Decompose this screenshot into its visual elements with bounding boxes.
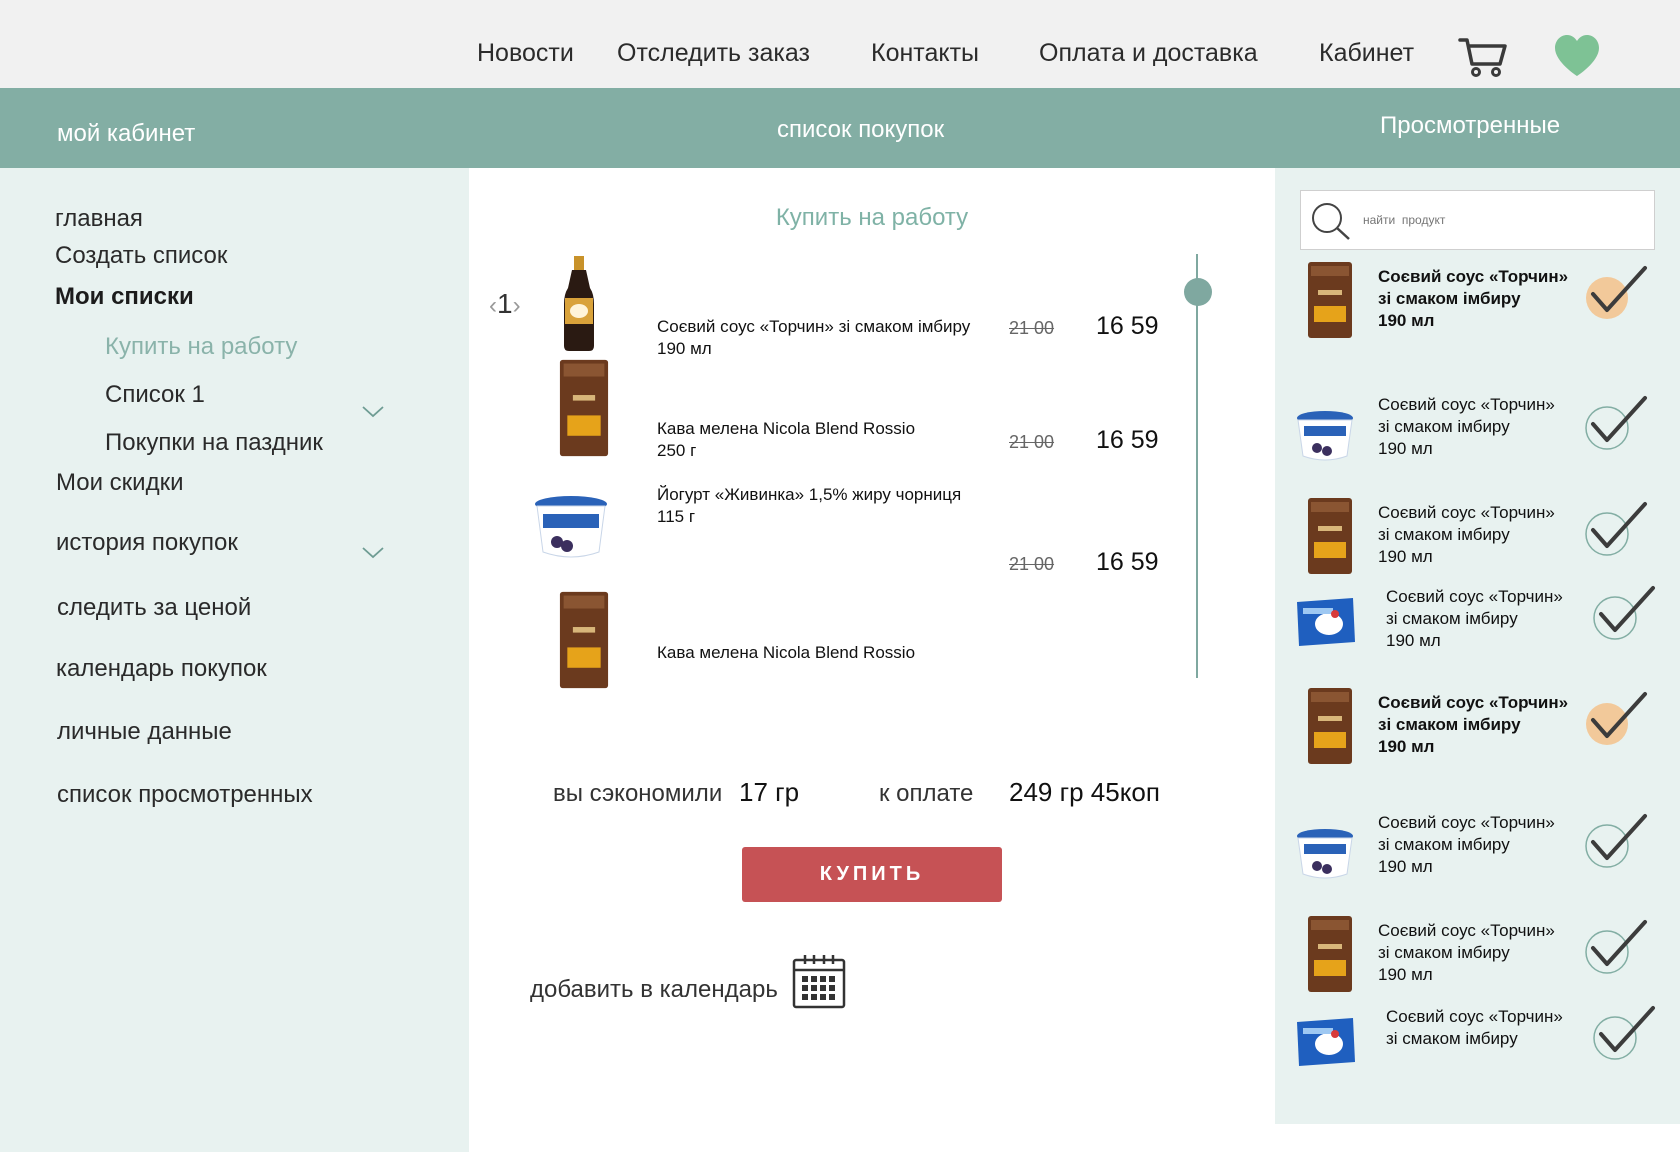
viewed-product-card[interactable]: Соєвий соус «Торчин» зі смаком імбиру 190 … bbox=[1275, 390, 1680, 500]
nav-track-order[interactable]: Отследить заказ bbox=[617, 39, 810, 68]
check-icon[interactable] bbox=[1585, 918, 1649, 978]
viewed-product-card[interactable]: Соєвий соус «Торчин» зі смаком імбиру bbox=[1275, 1000, 1680, 1110]
check-icon[interactable] bbox=[1585, 812, 1649, 872]
sidebar-item-my-discounts[interactable]: Мои скидки bbox=[56, 469, 184, 497]
cabinet-sidebar: главная Создать список Мои списки Купить… bbox=[0, 168, 469, 1152]
band-shopping-list: список покупок bbox=[777, 116, 945, 143]
list-pager: ‹1› bbox=[489, 288, 521, 320]
mozzarella-image bbox=[1297, 598, 1355, 646]
check-icon[interactable] bbox=[1593, 584, 1657, 644]
coffee-image bbox=[1308, 262, 1352, 338]
coffee-image bbox=[1308, 498, 1352, 574]
coffee-image bbox=[1308, 916, 1352, 992]
heart-icon[interactable] bbox=[1553, 34, 1601, 78]
chevron-right-icon[interactable]: › bbox=[513, 292, 521, 319]
top-navigation: Новости Отследить заказ Контакты Оплата … bbox=[0, 0, 1680, 88]
sidebar-item-my-lists[interactable]: Мои списки bbox=[55, 283, 194, 311]
check-icon[interactable] bbox=[1593, 1004, 1657, 1064]
buy-button[interactable]: КУПИТЬ bbox=[742, 847, 1002, 902]
viewed-product-name: Соєвий соус «Торчин» зі смаком імбиру 190 … bbox=[1378, 395, 1555, 458]
scrollbar-thumb[interactable] bbox=[1184, 278, 1212, 306]
check-icon[interactable] bbox=[1585, 394, 1649, 454]
chevron-left-icon[interactable]: ‹ bbox=[489, 292, 497, 319]
nav-contacts[interactable]: Контакты bbox=[871, 39, 979, 68]
product-search[interactable] bbox=[1300, 190, 1655, 250]
nav-cabinet[interactable]: Кабинет bbox=[1319, 39, 1414, 68]
check-icon[interactable] bbox=[1585, 264, 1649, 324]
check-icon[interactable] bbox=[1585, 690, 1649, 750]
viewed-product-card[interactable]: Соєвий соус «Торчин» зі смаком імбиру 190 … bbox=[1275, 260, 1680, 370]
check-icon[interactable] bbox=[1585, 500, 1649, 560]
new-price: 16 59 bbox=[1096, 426, 1159, 454]
yogurt-image bbox=[1297, 411, 1353, 461]
viewed-product-card[interactable]: Соєвий соус «Торчин» зі смаком імбиру 190 … bbox=[1275, 686, 1680, 796]
viewed-product-name: Соєвий соус «Торчин» зі смаком імбиру 190 … bbox=[1378, 503, 1555, 566]
pager-number: 1 bbox=[497, 288, 513, 319]
product-name: Кава мелена Nicola Blend Rossio bbox=[657, 643, 916, 662]
saved-value: 17 гр bbox=[739, 777, 800, 807]
viewed-panel: Соєвий соус «Торчин»зі смаком імбиру190 … bbox=[1275, 168, 1680, 1124]
list-items: ‹1› Соєвий соус «Торчин» зі смаком імбир… bbox=[469, 254, 1169, 774]
chevron-down-icon[interactable] bbox=[362, 547, 384, 559]
list-scrollbar[interactable] bbox=[1196, 254, 1198, 678]
old-price: 21 00 bbox=[1009, 554, 1055, 574]
sidebar-subitem-list-1[interactable]: Список 1 bbox=[105, 381, 205, 409]
cart-icon[interactable] bbox=[1458, 36, 1508, 78]
to-pay-label: к оплате bbox=[879, 780, 974, 807]
saved-label: вы сэкономили bbox=[553, 780, 723, 807]
sidebar-item-create-list[interactable]: Создать список bbox=[55, 242, 227, 270]
new-price: 16 59 bbox=[1096, 548, 1159, 576]
nav-payment-delivery[interactable]: Оплата и доставка bbox=[1039, 39, 1258, 68]
coffee-package-image bbox=[559, 591, 609, 689]
sidebar-item-personal-data[interactable]: личные данные bbox=[57, 718, 232, 746]
yogurt-image bbox=[535, 496, 607, 558]
mozzarella-image bbox=[1297, 1018, 1355, 1066]
sidebar-item-purchase-history[interactable]: история покупок bbox=[56, 529, 238, 557]
viewed-product-name: Соєвий соус «Торчин» зі смаком імбиру 190 … bbox=[1378, 813, 1555, 876]
coffee-package-image bbox=[559, 359, 609, 457]
add-to-calendar-label[interactable]: добавить в календарь bbox=[530, 976, 778, 1004]
viewed-product-card[interactable]: Соєвий соус «Торчин» зі смаком імбиру 190 … bbox=[1275, 808, 1680, 918]
section-header-band: мой кабинет список покупок Просмотренные bbox=[0, 88, 1680, 168]
sidebar-item-viewed-list[interactable]: список просмотренных bbox=[57, 781, 313, 809]
search-icon[interactable] bbox=[1309, 201, 1353, 241]
band-viewed: Просмотренные bbox=[1380, 112, 1561, 139]
sidebar-item-home[interactable]: главная bbox=[55, 205, 143, 233]
band-my-cabinet: мой кабинет bbox=[57, 120, 196, 147]
sidebar-subitem-buy-for-work[interactable]: Купить на работу bbox=[105, 333, 297, 361]
product-name: Кава мелена Nicola Blend Rossio 250 г bbox=[657, 419, 916, 460]
product-name: Соєвий соус «Торчин» зі смаком імбиру 19… bbox=[657, 317, 971, 358]
viewed-product-name: Соєвий соус «Торчин» зі смаком імбиру 190 … bbox=[1378, 693, 1569, 756]
search-input[interactable] bbox=[1363, 209, 1643, 231]
to-pay-value: 249 гр 45коп bbox=[1009, 777, 1160, 807]
sidebar-item-purchase-calendar[interactable]: календарь покупок bbox=[56, 655, 267, 683]
chevron-down-icon[interactable] bbox=[362, 406, 384, 418]
viewed-product-name: Соєвий соус «Торчин» зі смаком імбиру bbox=[1386, 1007, 1563, 1048]
shopping-list-panel: Купить на работу ‹1› Соєвий соус «Торчин… bbox=[469, 168, 1275, 1154]
soy-sauce-image bbox=[564, 256, 594, 351]
sidebar-item-price-watch[interactable]: следить за ценой bbox=[57, 594, 251, 622]
old-price: 21 00 bbox=[1009, 318, 1055, 338]
viewed-product-card[interactable]: Соєвий соус «Торчин» зі смаком імбиру 190 … bbox=[1275, 580, 1680, 690]
coffee-image bbox=[1308, 688, 1352, 764]
viewed-product-name: Соєвий соус «Торчин» зі смаком імбиру 190 … bbox=[1386, 587, 1563, 650]
old-price: 21 00 bbox=[1009, 432, 1055, 452]
yogurt-image bbox=[1297, 829, 1353, 879]
viewed-product-name: Соєвий соус «Торчин» зі смаком імбиру 190 … bbox=[1378, 921, 1555, 984]
calendar-icon[interactable] bbox=[791, 954, 847, 1010]
sidebar-subitem-holiday-shopping[interactable]: Покупки на паздник bbox=[105, 429, 323, 457]
product-name: Йогурт «Живинка» 1,5% жиру чорниця 115 г bbox=[657, 485, 962, 526]
nav-news[interactable]: Новости bbox=[477, 39, 574, 68]
list-title: Купить на работу bbox=[775, 204, 969, 231]
new-price: 16 59 bbox=[1096, 312, 1159, 340]
viewed-product-name: Соєвий соус «Торчин» зі смаком імбиру 190 … bbox=[1378, 267, 1569, 330]
